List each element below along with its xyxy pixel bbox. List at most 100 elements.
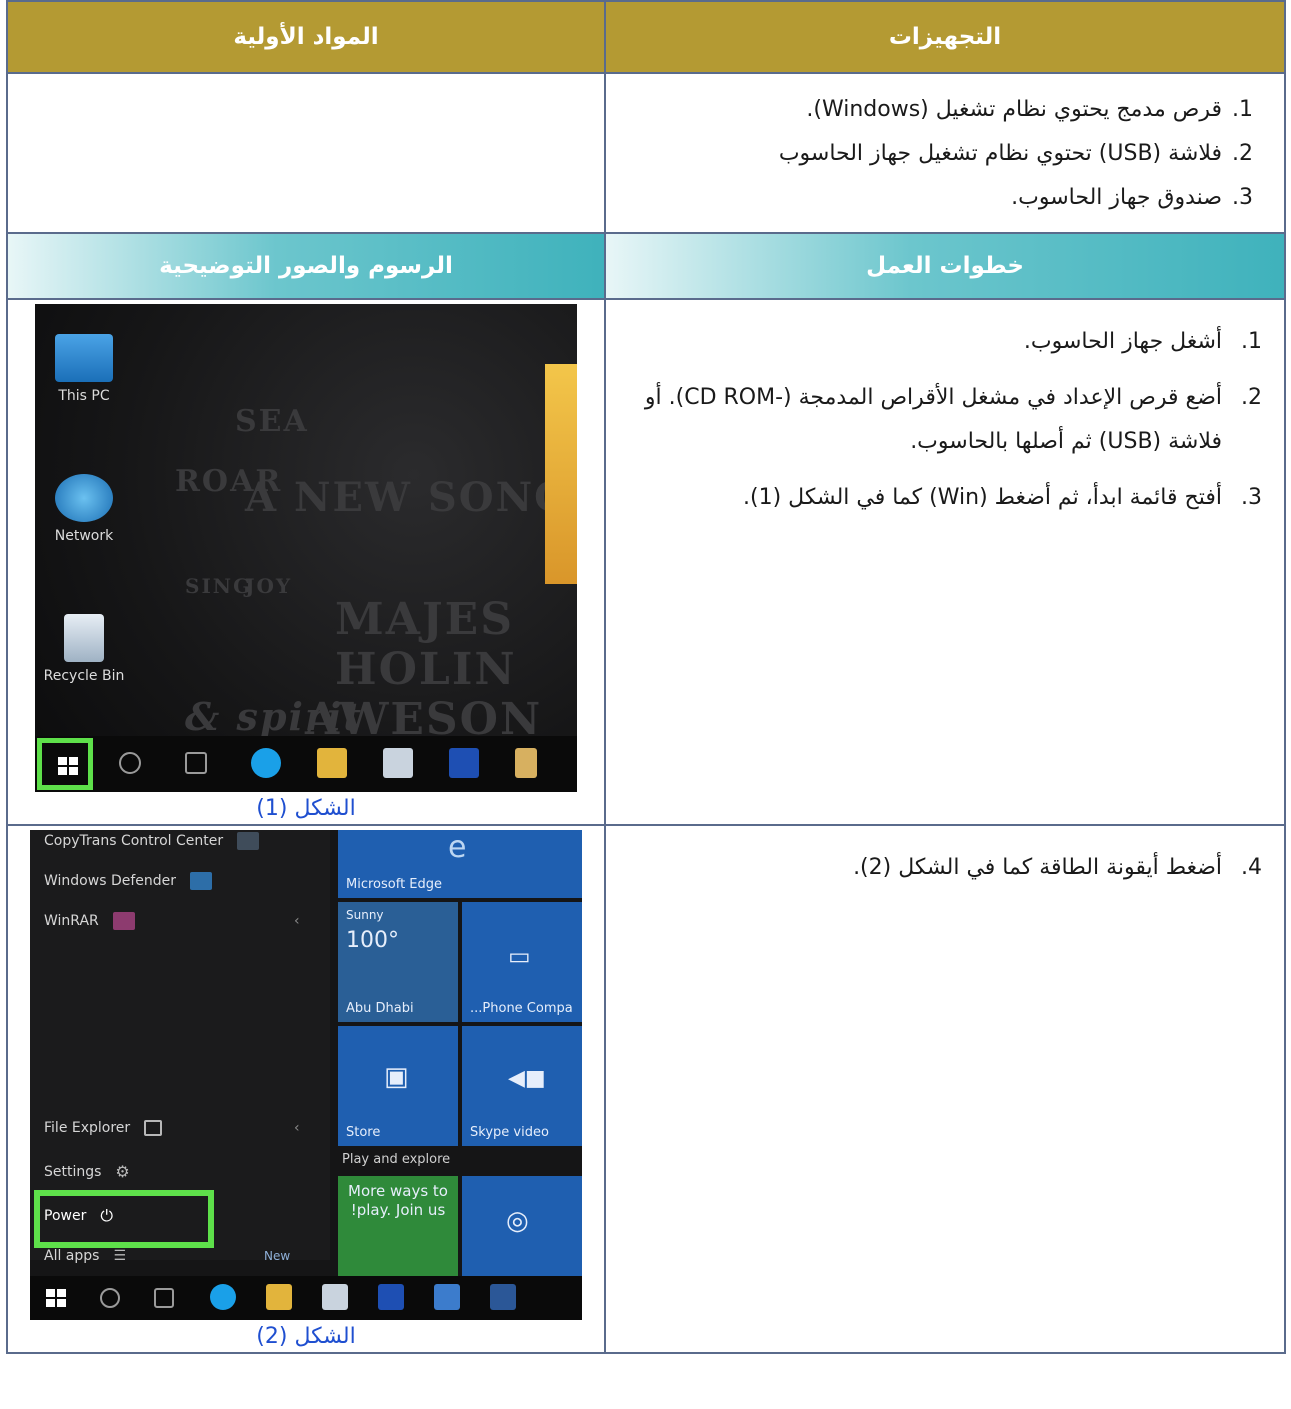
music-disc-icon: ◎ xyxy=(506,1206,529,1236)
start-button-highlight[interactable] xyxy=(37,738,93,790)
illustrations-header-text: الرسوم والصور التوضيحية xyxy=(159,253,453,279)
skype-icon[interactable] xyxy=(251,748,281,778)
chevron-right-icon: › xyxy=(294,913,300,929)
menu-item[interactable]: WinRAR › xyxy=(44,912,300,930)
weather-temperature: 100° xyxy=(346,928,399,953)
network-icon[interactable]: Network xyxy=(39,474,129,544)
skype-video-tile[interactable]: ■◀ Skype video xyxy=(462,1026,582,1146)
network-label: Network xyxy=(54,528,114,544)
tile-label: Store xyxy=(346,1125,381,1140)
steps-cell-1: 1. أشغل جهاز الحاسوب. 2. أضع قرص الإعداد ف… xyxy=(604,298,1286,826)
list-item: 3. صندوق جهاز الحاسوب. xyxy=(612,176,1262,220)
file-explorer-icon[interactable] xyxy=(266,1284,292,1310)
step-item: 3. أفتح قائمة ابدأ، ثم أضغط (Win) كما في … xyxy=(612,476,1262,520)
task-view-icon[interactable] xyxy=(185,752,207,774)
start-menu-screenshot: CopyTrans Control Center Windows Defende… xyxy=(30,830,582,1320)
start-icon xyxy=(58,757,78,775)
desktop-screenshot: A NEW SONG ROAR SEA MAJES HOLIN AWESON s… xyxy=(35,304,577,792)
step-text: أضع قرص الإعداد في مشغل الأقراص المدمجة … xyxy=(644,385,1222,454)
monitor-icon xyxy=(55,334,113,382)
item-text: صندوق جهاز الحاسوب. xyxy=(1011,185,1222,210)
globe-icon xyxy=(55,474,113,522)
file-explorer-icon xyxy=(144,1120,163,1136)
menu-item-label: CopyTrans Control Center xyxy=(44,833,224,849)
word-icon[interactable] xyxy=(490,1284,516,1310)
xbox-tile[interactable]: More ways to play. Join us! xyxy=(338,1176,458,1276)
wallpaper-text: ROAR xyxy=(175,464,283,499)
tile-label: Abu Dhabi xyxy=(346,1001,414,1016)
menu-item-label: File Explorer xyxy=(44,1120,131,1136)
phone-companion-tile[interactable]: ▭ Phone Compa... xyxy=(462,902,582,1022)
step-item: 4. أضغط أيقونة الطاقة كما في الشكل (2). xyxy=(612,846,1262,890)
skype-icon[interactable] xyxy=(210,1284,236,1310)
step-number: 4. xyxy=(1241,855,1262,880)
photos-icon[interactable] xyxy=(383,748,413,778)
search-icon[interactable] xyxy=(119,752,141,774)
step-text: أشغل جهاز الحاسوب. xyxy=(1023,329,1222,354)
recycle-bin-label: Recycle Bin xyxy=(43,668,125,684)
tile-label: Phone Compa... xyxy=(470,1001,573,1016)
recycle-bin-icon[interactable]: Recycle Bin xyxy=(39,614,129,684)
illustrations-header: الرسوم والصور التوضيحية xyxy=(6,232,606,300)
edge-tile[interactable]: e Microsoft Edge xyxy=(338,830,582,898)
video-camera-icon: ■◀ xyxy=(508,1066,546,1091)
equipment-cell: 1. قرص مدمج يحتوي نظام تشغيل (Windows). 2… xyxy=(604,72,1286,234)
menu-item-label: All apps xyxy=(44,1248,100,1264)
equipment-header: التجهيزات xyxy=(604,0,1286,74)
menu-item-label: Windows Defender xyxy=(44,873,177,889)
figure1-cell: A NEW SONG ROAR SEA MAJES HOLIN AWESON s… xyxy=(6,298,606,826)
list-icon: ☰ xyxy=(113,1248,127,1264)
this-pc-icon[interactable]: This PC xyxy=(39,334,129,404)
materials-header-text: المواد الأولية xyxy=(233,24,379,50)
bin-icon xyxy=(64,614,104,662)
photos-icon[interactable] xyxy=(322,1284,348,1310)
list-item: 1. قرص مدمج يحتوي نظام تشغيل (Windows). xyxy=(612,88,1262,132)
file-explorer-icon[interactable] xyxy=(317,748,347,778)
step-item: 2. أضع قرص الإعداد في مشغل الأقراص المدمج… xyxy=(612,376,1262,464)
menu-item[interactable]: Windows Defender xyxy=(44,872,213,890)
section-label: Play and explore xyxy=(342,1152,451,1167)
materials-cell xyxy=(6,72,606,234)
menu-item[interactable]: ☰ All apps New xyxy=(44,1248,290,1264)
photoshop-icon[interactable] xyxy=(449,748,479,778)
worksheet-page: التجهيزات المواد الأولية 1. قرص مدمج يحتو… xyxy=(0,0,1291,1409)
winrar-icon xyxy=(112,912,135,930)
menu-item[interactable]: ⚙ Settings xyxy=(44,1162,130,1181)
step-text: أفتح قائمة ابدأ، ثم أضغط (Win) كما في ال… xyxy=(743,485,1222,510)
list-item: 2. فلاشة (USB) تحتوي نظام تشغيل جهاز الحا… xyxy=(612,132,1262,176)
store-tile[interactable]: ▣ Store xyxy=(338,1026,458,1146)
menu-item[interactable]: CopyTrans Control Center xyxy=(44,832,260,850)
worksheet-table: التجهيزات المواد الأولية 1. قرص مدمج يحتو… xyxy=(6,0,1286,1354)
item-number: 2. xyxy=(1232,141,1253,166)
task-view-icon[interactable] xyxy=(154,1288,174,1308)
copytrans-icon xyxy=(237,832,260,850)
this-pc-label: This PC xyxy=(58,388,110,404)
gear-icon: ⚙ xyxy=(115,1162,130,1181)
window-edge xyxy=(545,364,577,584)
figure2-caption: الشكل (2) xyxy=(256,1324,356,1349)
steps-list-2: 4. أضغط أيقونة الطاقة كما في الشكل (2). xyxy=(606,826,1284,912)
groove-tile[interactable]: ◎ xyxy=(462,1176,582,1276)
search-icon[interactable] xyxy=(100,1288,120,1308)
step-item: 1. أشغل جهاز الحاسوب. xyxy=(612,320,1262,364)
step-number: 3. xyxy=(1241,485,1262,510)
wallpaper-text: A NEW SONG xyxy=(245,474,571,521)
tile-label: Microsoft Edge xyxy=(346,877,443,892)
steps-header: خطوات العمل xyxy=(604,232,1286,300)
menu-item[interactable]: File Explorer › xyxy=(44,1120,300,1136)
photoshop-icon[interactable] xyxy=(378,1284,404,1310)
item-text: فلاشة (USB) تحتوي نظام تشغيل جهاز الحاسو… xyxy=(778,141,1222,166)
chevron-right-icon: › xyxy=(294,1120,300,1136)
start-icon[interactable] xyxy=(46,1289,66,1307)
weather-condition: Sunny xyxy=(346,908,384,922)
item-text: قرص مدمج يحتوي نظام تشغيل (Windows). xyxy=(806,97,1222,122)
app-icon[interactable] xyxy=(434,1284,460,1310)
wallpaper-text: spirit & xyxy=(185,694,363,739)
app-icon[interactable] xyxy=(515,748,537,778)
taskbar xyxy=(30,1276,582,1320)
steps-header-text: خطوات العمل xyxy=(866,253,1024,279)
wallpaper-text: MAJES xyxy=(335,594,514,645)
weather-tile[interactable]: Sunny 100° Abu Dhabi xyxy=(338,902,458,1022)
defender-icon xyxy=(190,872,213,890)
step-number: 2. xyxy=(1241,385,1262,410)
